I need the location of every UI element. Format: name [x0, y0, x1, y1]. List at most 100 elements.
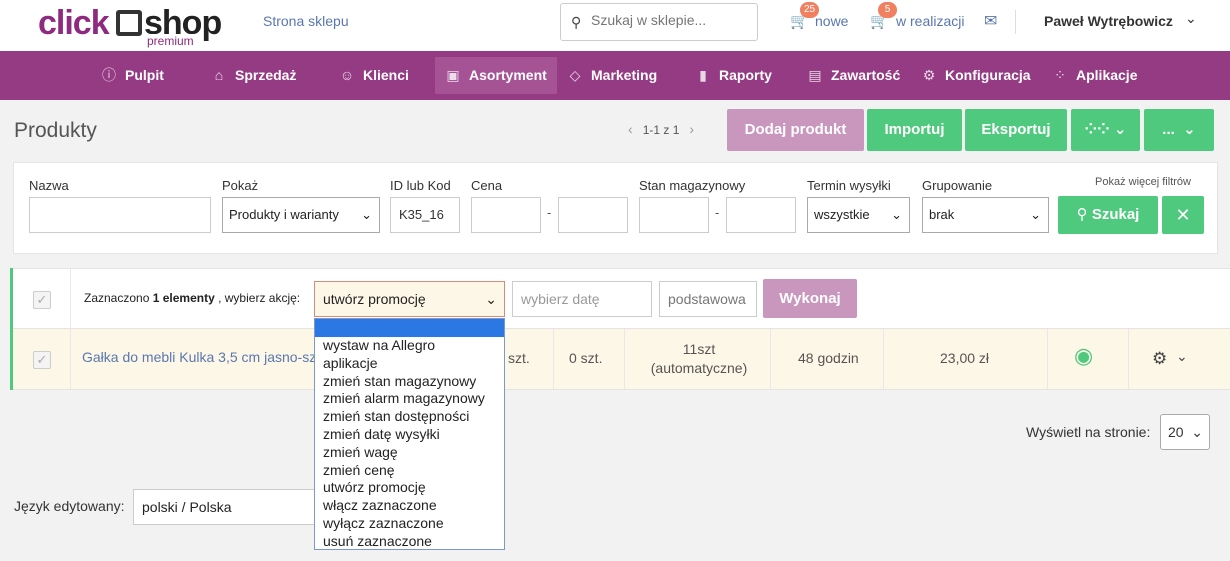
top-bar: click shop premium Strona sklepu ⚲ 🛒 25 … — [0, 0, 1230, 51]
execute-button[interactable]: Wykonaj — [763, 279, 857, 318]
divider — [1128, 329, 1129, 389]
product-name-link[interactable]: Gałka do mebli Kulka 3,5 cm jasno-sza — [82, 349, 324, 365]
divider — [70, 329, 71, 389]
dropdown-option-blank[interactable] — [315, 319, 504, 337]
stock-min-input[interactable] — [639, 197, 709, 233]
search-icon: ⚲ — [571, 14, 582, 30]
chevron-right-icon[interactable]: › — [689, 121, 694, 137]
clickshop-logo[interactable]: click shop premium — [38, 4, 222, 48]
chevron-down-icon: ⌄ — [1113, 121, 1127, 138]
more-filters-link[interactable]: Pokaż więcej filtrów — [1095, 176, 1191, 188]
nav-item-asortyment[interactable]: ▣ Asortyment — [435, 57, 557, 94]
stock-max-input[interactable] — [726, 197, 796, 233]
nav-label: Zawartość — [831, 67, 901, 83]
nav-item-sprzedaz[interactable]: ⌂ Sprzedaż — [211, 51, 297, 100]
row-unit: szt. — [508, 350, 530, 366]
user-name[interactable]: Paweł Wytrębowicz — [1044, 13, 1173, 29]
dropdown-option[interactable]: wystaw na Allegro — [315, 337, 504, 355]
chevron-left-icon[interactable]: ‹ — [628, 121, 633, 137]
pager: ‹ 1-1 z 1 › — [628, 121, 694, 137]
nav-label: Sprzedaż — [235, 67, 297, 83]
import-button[interactable]: Importuj — [867, 109, 962, 151]
nav-label: Aplikacje — [1076, 67, 1138, 83]
dropdown-option[interactable]: aplikacje — [315, 355, 504, 373]
chevron-down-icon[interactable]: ⌄ — [1185, 10, 1197, 27]
date-picker-input[interactable]: wybierz datę — [512, 281, 652, 317]
dropdown-option[interactable]: zmień cenę — [315, 462, 504, 480]
row-stock: 11szt (automatyczne) — [628, 340, 770, 378]
view-options-button[interactable]: ⁘⁘ ⌄ — [1071, 109, 1140, 151]
grouping-filter-label: Grupowanie — [922, 178, 993, 193]
nav-item-klienci[interactable]: ☺ Klienci — [339, 51, 409, 100]
gear-icon: ⚙ — [922, 67, 936, 83]
price-min-input[interactable] — [471, 197, 541, 233]
divider — [624, 329, 625, 389]
user-icon: ☺ — [339, 67, 355, 83]
search-button[interactable]: ⚲ Szukaj — [1058, 196, 1158, 234]
dropdown-option[interactable]: utwórz promocję — [315, 479, 504, 497]
dropdown-option[interactable]: zmień alarm magazynowy — [315, 390, 504, 408]
in-progress-badge: 5 — [878, 2, 897, 18]
nav-label: Marketing — [591, 67, 658, 83]
stock-amount: 11szt — [682, 341, 716, 357]
row-checkbox[interactable]: ✓ — [33, 351, 51, 369]
language-label: Język edytowany: — [14, 498, 125, 514]
name-filter-label: Nazwa — [29, 178, 69, 193]
mail-icon[interactable]: ✉ — [984, 11, 997, 31]
add-product-button[interactable]: Dodaj produkt — [727, 109, 864, 151]
chevron-down-icon: ⌄ — [485, 291, 497, 307]
nav-label: Konfiguracja — [945, 67, 1031, 83]
dropdown-option[interactable]: usuń zaznaczone — [315, 533, 504, 551]
divider — [553, 329, 554, 389]
range-dash: - — [715, 205, 720, 220]
gear-icon[interactable]: ⚙ — [1152, 349, 1167, 369]
dropdown-option[interactable]: zmień datę wysyłki — [315, 426, 504, 444]
dropdown-option[interactable]: włącz zaznaczone — [315, 497, 504, 515]
more-actions-button[interactable]: ... ⌄ — [1144, 109, 1214, 151]
language-select[interactable]: polski / Polska — [133, 489, 318, 525]
more-label: ... — [1162, 121, 1175, 138]
bar-chart-icon: ▮ — [699, 67, 707, 83]
info-icon: ⓘ — [102, 67, 116, 83]
export-button[interactable]: Eksportuj — [965, 109, 1067, 151]
grid-icon: ⁘⁘ — [1084, 121, 1110, 138]
dropdown-option[interactable]: zmień stan magazynowy — [315, 373, 504, 391]
main-nav: ⓘ Pulpit ⌂ Sprzedaż ☺ Klienci ▣ Asortyment ◇… — [0, 51, 1230, 100]
price-max-input[interactable] — [558, 197, 628, 233]
shop-search-input[interactable] — [591, 12, 751, 28]
nav-item-marketing[interactable]: ◇ Marketing — [567, 51, 658, 100]
chevron-down-icon[interactable]: ⌄ — [1176, 348, 1188, 365]
id-filter-input[interactable]: K35_16 — [390, 197, 460, 233]
name-filter-input[interactable] — [29, 197, 211, 233]
nav-item-pulpit[interactable]: ⓘ Pulpit — [101, 51, 164, 100]
clear-filters-button[interactable]: ✕ — [1162, 196, 1204, 234]
search-icon: ⚲ — [1076, 206, 1088, 223]
id-filter-label: ID lub Kod — [390, 178, 451, 193]
shop-search[interactable]: ⚲ — [560, 3, 758, 41]
dropdown-option[interactable]: zmień wagę — [315, 444, 504, 462]
price-base-input[interactable]: podstawowa — [659, 281, 757, 317]
chevron-down-icon: ⌄ — [1030, 207, 1041, 222]
shipping-filter-label: Termin wysyłki — [807, 178, 891, 193]
dropdown-option[interactable]: wyłącz zaznaczone — [315, 515, 504, 533]
dropdown-option[interactable]: zmień stan dostępności — [315, 408, 504, 426]
nav-item-zawartosc[interactable]: ▤ Zawartość — [807, 51, 900, 100]
eye-icon[interactable]: ◉ — [1074, 343, 1093, 369]
document-icon: ▤ — [808, 67, 822, 83]
in-progress-link[interactable]: w realizacji — [896, 13, 964, 29]
bulk-action-select[interactable]: utwórz promocję ⌄ — [314, 281, 505, 317]
page-title: Produkty — [14, 119, 97, 142]
nav-item-aplikacje[interactable]: ⁘ Aplikacje — [1052, 51, 1137, 100]
grouping-filter-select[interactable]: brak ⌄ — [922, 197, 1049, 233]
store-link[interactable]: Strona sklepu — [263, 13, 349, 29]
show-filter-select[interactable]: Produkty i warianty ⌄ — [222, 197, 380, 233]
new-orders-link[interactable]: nowe — [815, 13, 848, 29]
nav-item-konfiguracja[interactable]: ⚙ Konfiguracja — [921, 51, 1031, 100]
divider — [70, 269, 71, 329]
shipping-filter-select[interactable]: wszystkie ⌄ — [807, 197, 910, 233]
select-all-checkbox[interactable]: ✓ — [33, 291, 51, 309]
chevron-down-icon: ⌄ — [1191, 424, 1203, 440]
per-page-select[interactable]: 20 ⌄ — [1160, 414, 1210, 450]
nav-item-raporty[interactable]: ▮ Raporty — [695, 51, 772, 100]
shipping-filter-value: wszystkie — [814, 207, 870, 222]
